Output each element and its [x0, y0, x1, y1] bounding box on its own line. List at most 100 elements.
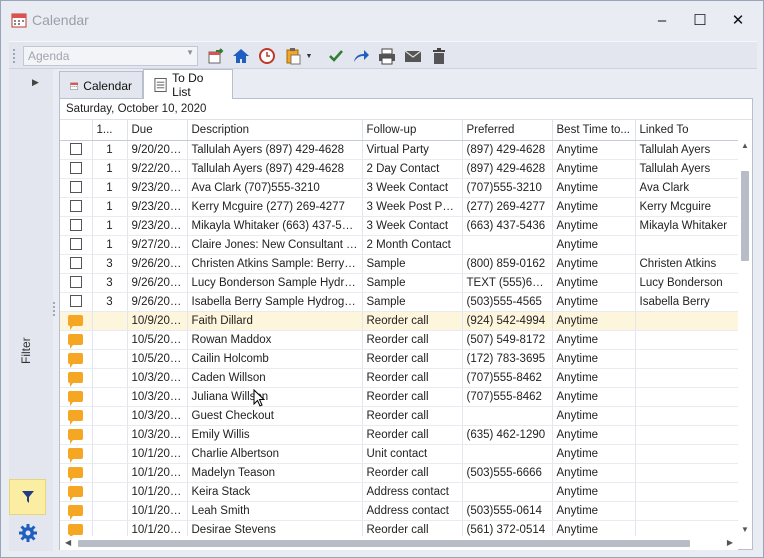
task-checkbox[interactable]: [69, 162, 82, 175]
table-row[interactable]: 10/5/2020 Rowan Maddox Reorder call (507) 5…: [60, 330, 738, 350]
history-button[interactable]: [256, 45, 278, 67]
table-row[interactable]: 1 9/23/2020 Kerry Mcguire (277) 269-4277 3 …: [60, 197, 738, 217]
column-header-linked-to[interactable]: Linked To: [635, 120, 738, 141]
paste-dropdown-button[interactable]: ▼: [303, 45, 315, 67]
view-select[interactable]: Agenda ▼: [23, 46, 198, 66]
type-cell[interactable]: [60, 254, 93, 274]
panel-splitter[interactable]: [52, 301, 56, 317]
tab-todo-list[interactable]: To Do List: [143, 69, 233, 99]
table-row[interactable]: 10/3/2020 Juliana Willson Reorder call (707…: [60, 387, 738, 407]
type-cell[interactable]: [60, 406, 93, 426]
table-row[interactable]: 10/5/2020 Cailin Holcomb Reorder call (172)…: [60, 349, 738, 369]
close-button[interactable]: ✕: [719, 7, 757, 33]
linked-to-cell: [635, 387, 738, 407]
forward-button[interactable]: [350, 45, 372, 67]
priority-cell: [92, 330, 128, 350]
followup-cell: 3 Week Contact: [362, 216, 463, 236]
table-row[interactable]: 10/3/2020 Emily Willis Reorder call (635) 4…: [60, 425, 738, 445]
task-checkbox[interactable]: [69, 143, 82, 156]
vertical-scrollbar[interactable]: ▲ ▼: [738, 141, 752, 536]
export-button[interactable]: [205, 45, 227, 67]
linked-to-cell: Tallulah Ayers: [635, 159, 738, 179]
priority-cell: 1: [92, 140, 128, 160]
paste-button[interactable]: [282, 45, 304, 67]
minimize-button[interactable]: ‒: [643, 7, 681, 33]
print-button[interactable]: [376, 45, 398, 67]
table-row[interactable]: 10/1/2020 Leah Smith Address contact (503)5…: [60, 501, 738, 521]
table-row[interactable]: 1 9/20/2020 Tallulah Ayers (897) 429-4628 V…: [60, 140, 738, 160]
type-cell[interactable]: [60, 425, 93, 445]
type-cell[interactable]: [60, 520, 93, 536]
table-row[interactable]: 3 9/26/2020 Isabella Berry Sample Hydrogel…: [60, 292, 738, 312]
tab-calendar[interactable]: Calendar: [59, 71, 143, 99]
table-row[interactable]: 10/1/2020 Keira Stack Address contact Anyti…: [60, 482, 738, 502]
type-cell[interactable]: [60, 216, 93, 236]
table-row[interactable]: 3 9/26/2020 Lucy Bonderson Sample Hydrogel…: [60, 273, 738, 293]
maximize-button[interactable]: ☐: [681, 7, 719, 33]
linked-to-cell: [635, 368, 738, 388]
scroll-down-icon[interactable]: ▼: [741, 525, 749, 534]
scroll-up-icon[interactable]: ▲: [741, 141, 749, 150]
column-header-description[interactable]: Description: [187, 120, 363, 141]
due-cell: 9/22/2020: [127, 159, 188, 179]
gear-icon[interactable]: [18, 523, 38, 543]
type-cell[interactable]: [60, 501, 93, 521]
task-checkbox[interactable]: [69, 238, 82, 251]
column-header-priority[interactable]: 1...: [92, 120, 128, 141]
table-row[interactable]: 10/1/2020 Desirae Stevens Reorder call (561…: [60, 520, 738, 536]
task-checkbox[interactable]: [69, 181, 82, 194]
type-cell[interactable]: [60, 444, 93, 464]
preferred-cell: (561) 372-0514: [462, 520, 553, 536]
type-cell[interactable]: [60, 368, 93, 388]
filter-label[interactable]: Filter: [19, 337, 33, 364]
table-row[interactable]: 1 9/23/2020 Mikayla Whitaker (663) 437-543…: [60, 216, 738, 236]
toolbar-grip[interactable]: [12, 48, 16, 64]
type-cell[interactable]: [60, 235, 93, 255]
type-cell[interactable]: [60, 349, 93, 369]
type-cell[interactable]: [60, 273, 93, 293]
table-row[interactable]: 1 9/27/2020 Claire Jones: New Consultant T…: [60, 235, 738, 255]
table-row[interactable]: 1 9/23/2020 Ava Clark (707)555-3210 3 Week …: [60, 178, 738, 198]
type-cell[interactable]: [60, 330, 93, 350]
type-cell[interactable]: [60, 159, 93, 179]
home-button[interactable]: [230, 45, 252, 67]
table-row[interactable]: 10/3/2020 Caden Willson Reorder call (707)5…: [60, 368, 738, 388]
scroll-left-icon[interactable]: ◀: [65, 538, 71, 547]
task-checkbox[interactable]: [69, 295, 82, 308]
column-header-type[interactable]: [60, 120, 93, 141]
delete-button[interactable]: [428, 45, 450, 67]
type-cell[interactable]: [60, 387, 93, 407]
table-row[interactable]: 10/9/2020 Faith Dillard Reorder call (924) …: [60, 311, 738, 331]
type-cell[interactable]: [60, 197, 93, 217]
filter-button[interactable]: [9, 479, 46, 515]
column-header-due[interactable]: Due: [127, 120, 188, 141]
table-row[interactable]: 3 9/26/2020 Christen Atkins Sample: Berry …: [60, 254, 738, 274]
horizontal-scroll-thumb[interactable]: [78, 540, 690, 547]
column-header-best-time[interactable]: Best Time to...: [552, 120, 636, 141]
type-cell[interactable]: [60, 178, 93, 198]
type-cell[interactable]: [60, 292, 93, 312]
table-row[interactable]: 10/1/2020 Madelyn Teason Reorder call (503)…: [60, 463, 738, 483]
table-row[interactable]: 10/3/2020 Guest Checkout Reorder call Anyti…: [60, 406, 738, 426]
expand-panel-icon[interactable]: ▶: [32, 77, 39, 88]
scroll-right-icon[interactable]: ▶: [727, 538, 733, 547]
type-cell[interactable]: [60, 311, 93, 331]
task-checkbox[interactable]: [69, 257, 82, 270]
table-row[interactable]: 1 9/22/2020 Tallulah Ayers (897) 429-4628 2…: [60, 159, 738, 179]
task-checkbox[interactable]: [69, 219, 82, 232]
task-checkbox[interactable]: [69, 276, 82, 289]
speech-bubble-icon: [68, 352, 84, 367]
type-cell[interactable]: [60, 482, 93, 502]
horizontal-scrollbar[interactable]: ◀ ▶: [60, 536, 738, 550]
type-cell[interactable]: [60, 463, 93, 483]
type-cell[interactable]: [60, 140, 93, 160]
complete-button[interactable]: [325, 45, 347, 67]
vertical-scroll-thumb[interactable]: [741, 171, 749, 261]
column-header-followup[interactable]: Follow-up: [362, 120, 463, 141]
description-cell: Emily Willis: [187, 425, 363, 445]
email-button[interactable]: [402, 45, 424, 67]
preferred-cell: [462, 482, 553, 502]
column-header-preferred[interactable]: Preferred: [462, 120, 553, 141]
table-row[interactable]: 10/1/2020 Charlie Albertson Unit contact An…: [60, 444, 738, 464]
task-checkbox[interactable]: [69, 200, 82, 213]
